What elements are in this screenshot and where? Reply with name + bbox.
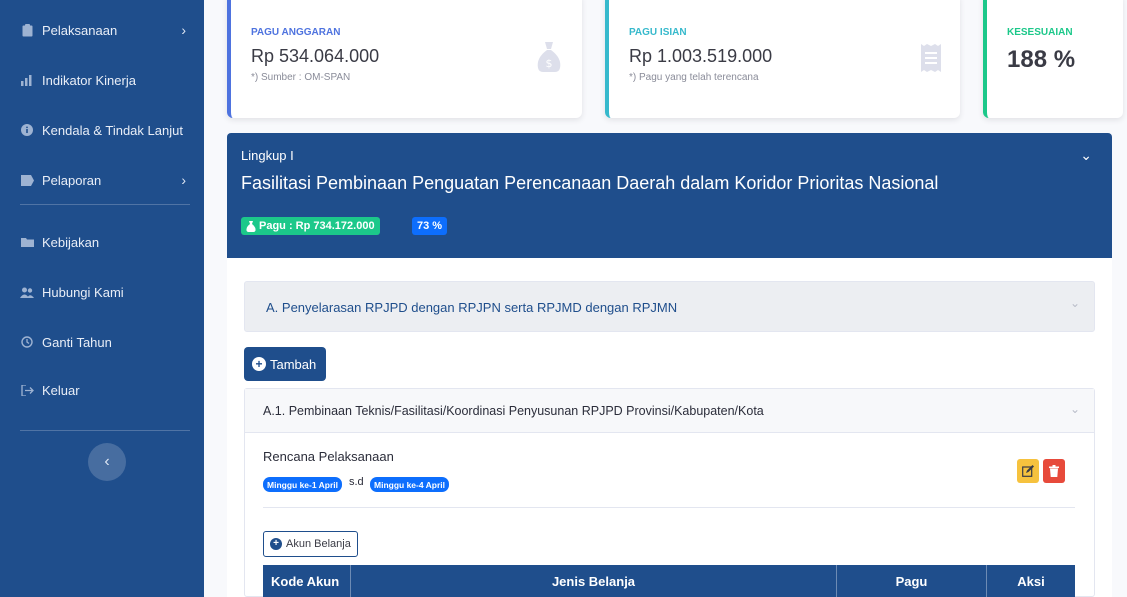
end-week-badge: Minggu ke-4 April [370, 477, 449, 492]
sidebar-item-ganti-tahun[interactable]: Ganti Tahun [0, 324, 204, 360]
sidebar-item-kebijakan[interactable]: Kebijakan [0, 224, 204, 260]
akun-belanja-button[interactable]: + Akun Belanja [263, 531, 358, 557]
chevron-left-icon: ‹ [104, 453, 110, 470]
report-icon [20, 173, 34, 187]
date-range-separator: s.d [349, 476, 364, 488]
sidebar-toggle-button[interactable]: ‹ [88, 443, 126, 481]
stat-label: PAGU ANGGARAN [251, 27, 341, 38]
users-icon [20, 285, 34, 299]
chevron-right-icon: › [181, 22, 186, 38]
receipt-icon [921, 44, 947, 74]
chevron-down-icon: ⌄ [1069, 402, 1080, 416]
sign-out-icon [20, 383, 34, 397]
chevron-down-icon[interactable]: ⌄ [1080, 147, 1092, 164]
section-a-accordion-header[interactable]: A. Penyelarasan RPJPD dengan RPJPN serta… [244, 281, 1095, 332]
money-bag-icon: $ [536, 42, 562, 72]
sidebar-item-label: Pelaporan [42, 172, 102, 188]
sidebar: Pelaksanaan › Indikator Kinerja Kendala … [0, 0, 204, 597]
sidebar-item-hubungi-kami[interactable]: Hubungi Kami [0, 274, 204, 310]
chevron-down-icon: ⌄ [1069, 296, 1080, 310]
lingkup-title: Fasilitasi Pembinaan Penguatan Perencana… [241, 173, 939, 193]
sidebar-item-label: Keluar [42, 382, 80, 398]
column-header-aksi: Aksi [1017, 573, 1045, 589]
trash-icon [1049, 465, 1059, 477]
kesesuaian-card: KESESUAIAN 188 % [983, 0, 1123, 118]
section-a-title: A. Penyelarasan RPJPD dengan RPJPN serta… [266, 300, 678, 315]
sidebar-item-keluar[interactable]: Keluar [0, 372, 204, 408]
edit-button[interactable] [1017, 459, 1039, 483]
plus-circle-icon: + [252, 357, 266, 371]
percent-badge: 73 % [412, 217, 448, 235]
clipboard-icon [20, 23, 34, 37]
plus-circle-icon: + [270, 538, 282, 550]
lingkup-panel-header[interactable]: Lingkup I Fasilitasi Pembinaan Penguatan… [227, 133, 1112, 258]
kesesuaian-value: 188 % [1007, 46, 1076, 73]
pagu-badge-text: Pagu : Rp 734.172.000 [259, 220, 375, 232]
svg-text:$: $ [546, 57, 553, 70]
sidebar-item-label: Kebijakan [42, 234, 100, 250]
sidebar-item-pelaporan[interactable]: Pelaporan › [0, 162, 204, 198]
history-icon [20, 335, 34, 349]
sidebar-item-indikator-kinerja[interactable]: Indikator Kinerja [0, 62, 204, 98]
column-header-pagu: Pagu [837, 565, 987, 597]
column-header-jenis-belanja: Jenis Belanja [351, 565, 837, 597]
section-a1-accordion: A.1. Pembinaan Teknis/Fasilitasi/Koordin… [244, 388, 1095, 597]
chevron-right-icon: › [181, 172, 186, 188]
money-bag-icon [246, 220, 256, 232]
start-week-badge: Minggu ke-1 April [263, 477, 342, 492]
stat-value: Rp 1.003.519.000 [629, 46, 773, 66]
divider [263, 507, 1075, 508]
sidebar-item-pelaksanaan[interactable]: Pelaksanaan › [0, 12, 204, 48]
sidebar-item-label: Hubungi Kami [42, 284, 124, 300]
lingkup-panel-body: A. Penyelarasan RPJPD dengan RPJPN serta… [227, 258, 1112, 597]
akun-belanja-label: Akun Belanja [286, 538, 351, 550]
delete-button[interactable] [1043, 459, 1065, 483]
stat-note: *) Sumber : OM-SPAN [251, 72, 351, 83]
sidebar-divider [20, 204, 190, 205]
lingkup-label: Lingkup I [241, 148, 294, 163]
sidebar-item-label: Pelaksanaan [42, 22, 118, 38]
tambah-button-label: Tambah [270, 356, 317, 372]
section-a1-accordion-header[interactable]: A.1. Pembinaan Teknis/Fasilitasi/Koordin… [245, 389, 1094, 433]
pagu-anggaran-card: PAGU ANGGARAN Rp 534.064.000 *) Sumber :… [227, 0, 582, 118]
bar-chart-icon [20, 73, 34, 87]
edit-icon [1022, 465, 1034, 477]
sidebar-item-kendala[interactable]: Kendala & Tindak Lanjut [0, 112, 204, 148]
rencana-pelaksanaan-label: Rencana Pelaksanaan [263, 449, 394, 464]
pagu-isian-card: PAGU ISIAN Rp 1.003.519.000 *) Pagu yang… [605, 0, 960, 118]
sidebar-item-label: Kendala & Tindak Lanjut [42, 122, 183, 138]
stat-label: PAGU ISIAN [629, 27, 687, 38]
section-a1-title: A.1. Pembinaan Teknis/Fasilitasi/Koordin… [263, 404, 764, 418]
sidebar-item-label: Indikator Kinerja [42, 72, 136, 88]
column-header-kode-akun: Kode Akun [263, 565, 351, 597]
table-header: Kode Akun Jenis Belanja Pagu Aksi [263, 565, 1075, 597]
stat-value: Rp 534.064.000 [251, 46, 380, 66]
sidebar-divider [20, 430, 190, 431]
stat-note: *) Pagu yang telah terencana [629, 72, 759, 83]
info-circle-icon [20, 123, 34, 137]
sidebar-item-label: Ganti Tahun [42, 334, 112, 350]
tambah-button[interactable]: + Tambah [244, 347, 327, 381]
stat-label: KESESUAIAN [1007, 27, 1073, 38]
folder-icon [20, 235, 34, 249]
pagu-badge: Pagu : Rp 734.172.000 [241, 217, 380, 235]
